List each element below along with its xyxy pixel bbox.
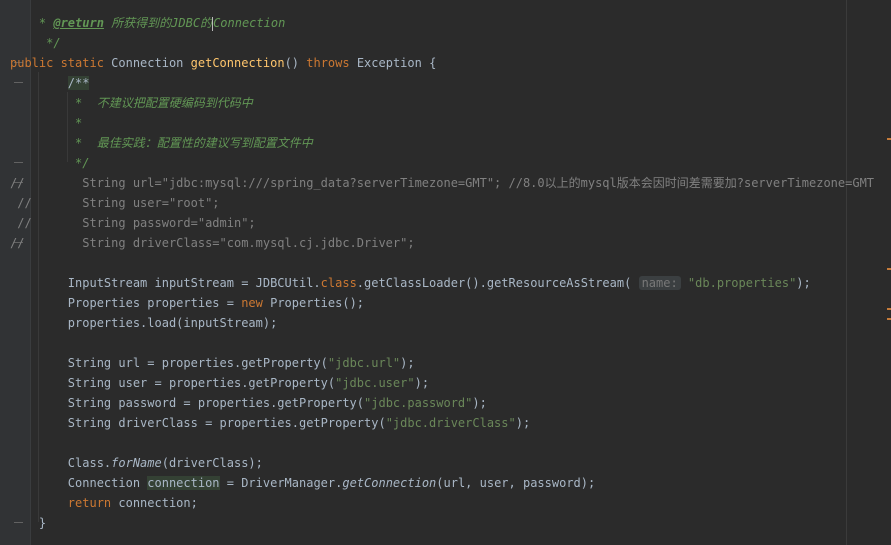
code-line[interactable]: String url = properties.getProperty("jdb… [10,353,415,373]
code-token: } [10,516,47,530]
code-line[interactable]: * [10,113,82,133]
code-line[interactable]: String driverClass = properties.getPrope… [10,413,530,433]
code-token: ); [796,276,811,290]
parameter-hint: name: [638,276,681,290]
code-token: return [10,496,119,510]
code-line[interactable]: String user = properties.getProperty("jd… [10,373,429,393]
warning-marker-icon[interactable] [887,318,891,320]
code-token: Connection [213,16,286,30]
code-line[interactable]: * 最佳实践：配置性的建议写到配置文件中 [10,133,313,153]
code-token: throws [306,56,357,70]
code-token: forName [111,456,162,470]
code-token: InputStream inputStream = JDBCUtil. [10,276,321,290]
code-token: * [10,116,83,130]
code-line[interactable]: // String user="root"; [10,193,220,213]
code-token: Properties properties = [10,296,242,310]
code-token: * [10,16,54,30]
code-token: Properties(); [270,296,365,310]
code-token: String url = properties.getProperty( [10,356,328,370]
code-token: () [284,56,307,70]
code-token: Class. [10,456,112,470]
code-token: = DriverManager. [219,476,343,490]
code-token: Connection [111,56,191,70]
code-token: public static [10,56,112,70]
code-line[interactable]: // String password="admin"; [10,213,256,233]
code-line[interactable]: String password = properties.getProperty… [10,393,487,413]
code-line[interactable]: public static Connection getConnection()… [10,53,436,73]
code-line[interactable]: /** [10,73,90,93]
error-stripe[interactable] [876,0,891,545]
code-token: "jdbc.url" [327,356,401,370]
code-line[interactable]: // String driverClass="com.mysql.cj.jdbc… [10,233,415,253]
code-token: /** [67,76,90,90]
code-line[interactable]: */ [10,33,61,53]
code-token: class [320,276,357,290]
code-token: String password = properties.getProperty… [10,396,365,410]
code-token: ); [400,356,415,370]
code-token: String user = properties.getProperty( [10,376,336,390]
code-token: "jdbc.user" [335,376,415,390]
code-token: */ [10,36,61,50]
code-token: ); [414,376,430,390]
code-token: Exception { [356,56,437,70]
code-token: * 不建议把配置硬编码到代码中 [10,96,253,110]
code-line[interactable]: */ [10,153,89,173]
code-token: // String driverClass="com.mysql.cj.jdbc… [10,236,415,250]
code-token: (driverClass); [161,456,263,470]
code-line[interactable]: // String url="jdbc:mysql:///spring_data… [10,173,874,193]
code-token: * 最佳实践：配置性的建议写到配置文件中 [10,136,313,150]
code-token: ); [515,416,531,430]
code-line[interactable]: properties.load(inputStream); [10,313,278,333]
code-line[interactable]: * 不建议把配置硬编码到代码中 [10,93,253,113]
code-token: getConnection [190,56,285,70]
code-token: String driverClass = properties.getPrope… [10,416,386,430]
code-token: @return [53,16,104,30]
code-line[interactable]: InputStream inputStream = JDBCUtil.class… [10,273,811,293]
code-token: (url, user, password); [436,476,596,490]
code-line[interactable]: Class.forName(driverClass); [10,453,263,473]
code-line[interactable]: Connection connection = DriverManager.ge… [10,473,595,493]
code-line[interactable]: } [10,513,46,533]
code-token: "db.properties" [687,276,797,290]
code-token: connection [147,476,220,490]
code-token: new [241,296,271,310]
code-line[interactable]: Properties properties = new Properties()… [10,293,364,313]
code-token: ); [472,396,487,410]
code-token: "jdbc.password" [364,396,473,410]
code-token: // String password="admin"; [10,216,256,230]
right-margin-line [846,0,847,545]
code-token: properties.load(inputStream); [10,316,278,330]
code-token: connection; [118,496,198,510]
code-token: Connection [10,476,148,490]
warning-marker-icon[interactable] [887,138,891,140]
code-line[interactable]: * @return 所获得到的JDBC的Connection [10,13,285,33]
code-token: 所获得到的JDBC的 [103,16,213,30]
code-token: "jdbc.driverClass" [385,416,516,430]
code-editor[interactable]: * @return 所获得到的JDBC的Connection */public … [0,0,891,545]
code-token: .getClassLoader().getResourceAsStream( [356,276,639,290]
code-token: */ [10,156,90,170]
code-token: // String url="jdbc:mysql:///spring_data… [10,176,875,190]
code-token: // String user="root"; [10,196,220,210]
code-token: getConnection [342,476,437,490]
code-line[interactable]: return connection; [10,493,198,513]
warning-marker-icon[interactable] [887,268,891,270]
warning-marker-icon[interactable] [887,308,891,310]
